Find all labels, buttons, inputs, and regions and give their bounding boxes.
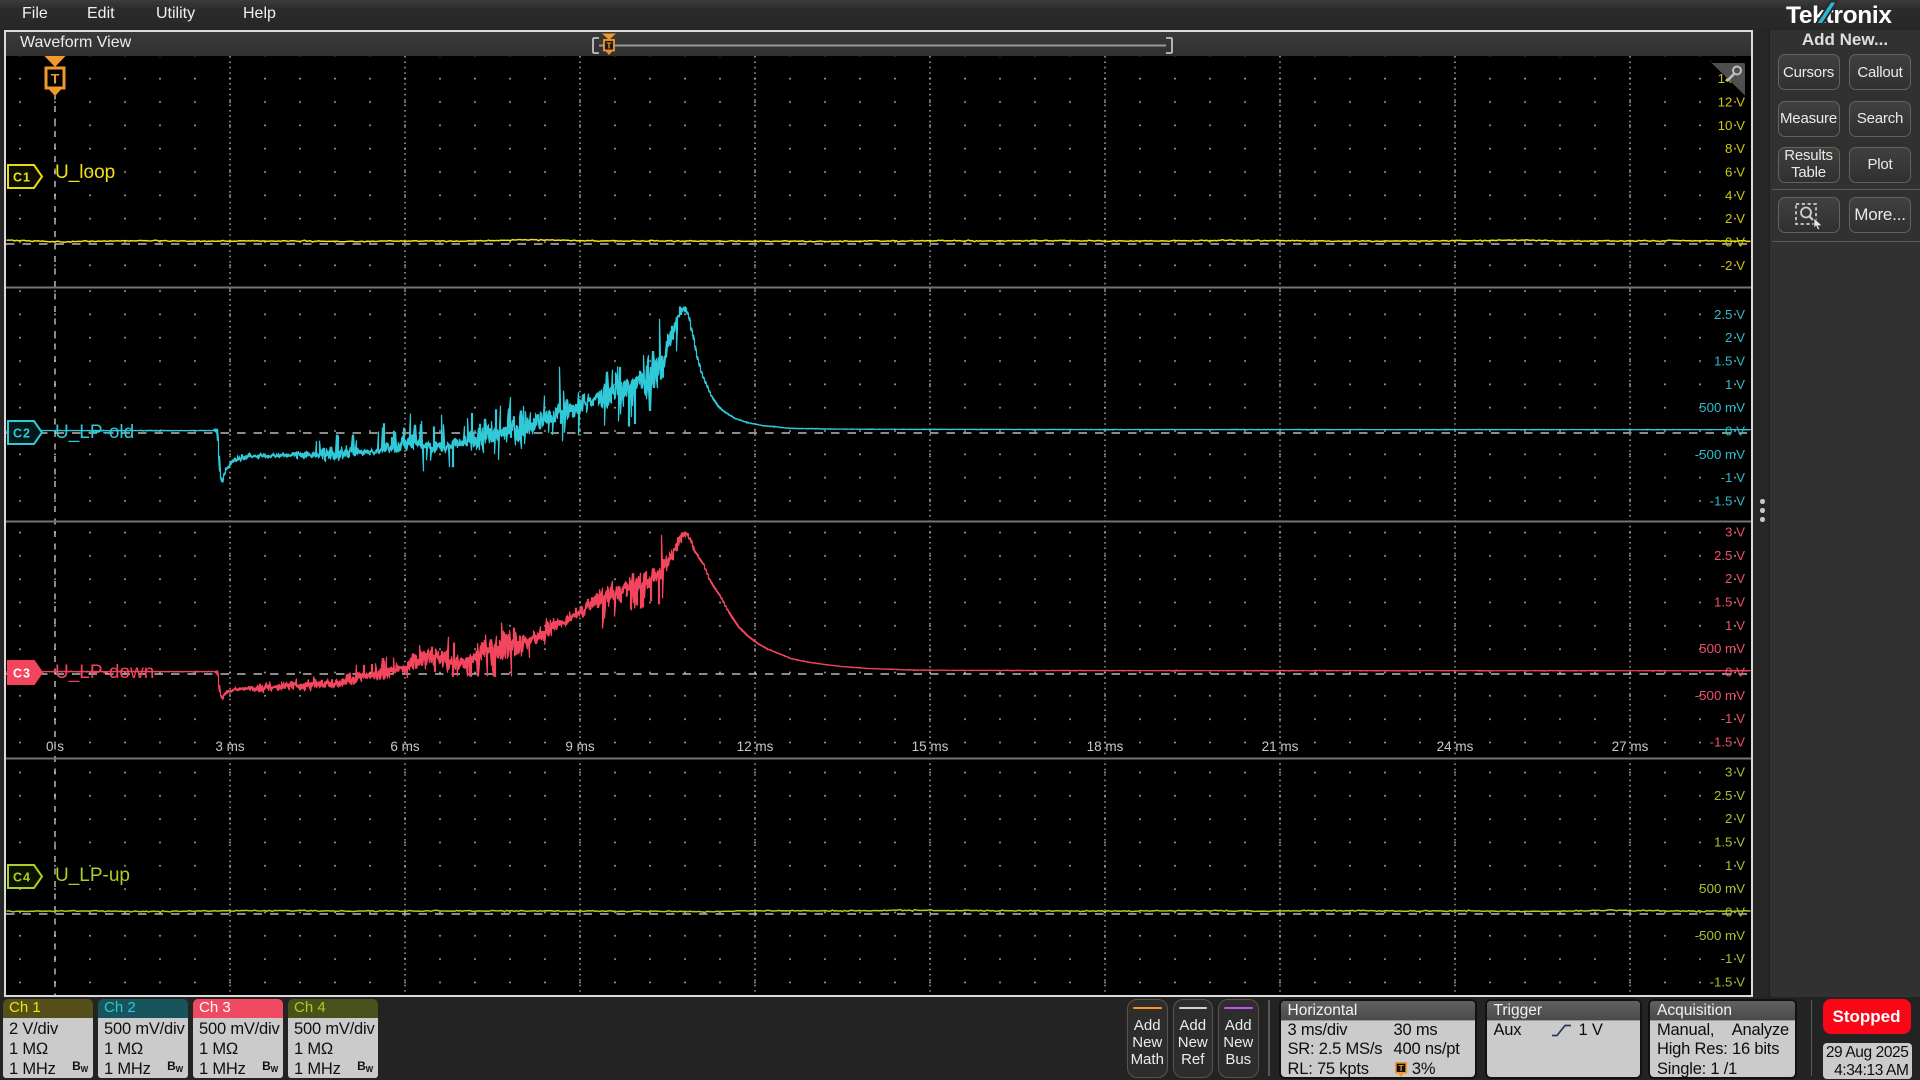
svg-text:2.5 V: 2.5 V — [1714, 548, 1745, 563]
svg-text:-500 mV: -500 mV — [1695, 928, 1745, 943]
svg-text:C4: C4 — [13, 871, 31, 885]
svg-text:0 V: 0 V — [1725, 424, 1745, 439]
svg-text:1 V: 1 V — [1725, 618, 1745, 633]
svg-text:1.5 V: 1.5 V — [1714, 595, 1745, 610]
svg-text:U_LP-old: U_LP-old — [55, 422, 134, 443]
svg-text:-1 V: -1 V — [1721, 951, 1746, 966]
svg-text:0 V: 0 V — [1725, 665, 1745, 680]
svg-text:-1 V: -1 V — [1721, 470, 1746, 485]
svg-text:1 V: 1 V — [1725, 377, 1745, 392]
svg-text:2 V: 2 V — [1725, 571, 1745, 586]
svg-text:1 V: 1 V — [1725, 858, 1745, 873]
svg-text:C3: C3 — [13, 667, 31, 681]
svg-text:-500 mV: -500 mV — [1695, 688, 1745, 703]
svg-text:9 ms: 9 ms — [565, 739, 595, 754]
svg-text:0 s: 0 s — [46, 739, 64, 754]
svg-text:0 V: 0 V — [1725, 905, 1745, 920]
svg-text:21 ms: 21 ms — [1262, 739, 1299, 754]
svg-text:6 ms: 6 ms — [390, 739, 420, 754]
svg-text:U_loop: U_loop — [55, 162, 115, 183]
svg-text:-1 V: -1 V — [1721, 711, 1746, 726]
svg-text:15 ms: 15 ms — [912, 739, 949, 754]
svg-text:2 V: 2 V — [1725, 330, 1745, 345]
svg-text:2 V: 2 V — [1725, 811, 1745, 826]
svg-text:8 V: 8 V — [1725, 141, 1745, 156]
svg-text:500 mV: 500 mV — [1699, 641, 1745, 656]
svg-text:24 ms: 24 ms — [1437, 739, 1474, 754]
svg-text:T: T — [606, 41, 612, 51]
svg-text:0 V: 0 V — [1725, 235, 1745, 250]
svg-text:3 V: 3 V — [1725, 765, 1745, 780]
svg-text:1.5 V: 1.5 V — [1714, 354, 1745, 369]
svg-text:-1.5 V: -1.5 V — [1710, 735, 1746, 750]
svg-text:U_LP-down: U_LP-down — [55, 662, 154, 683]
svg-text:-1.5 V: -1.5 V — [1710, 494, 1746, 509]
svg-text:-1.5 V: -1.5 V — [1710, 975, 1746, 990]
svg-text:3 V: 3 V — [1725, 525, 1745, 540]
svg-text:C2: C2 — [13, 427, 31, 441]
svg-text:Tektronix: Tektronix — [1786, 2, 1892, 29]
svg-text:18 ms: 18 ms — [1087, 739, 1124, 754]
svg-text:1.5 V: 1.5 V — [1714, 835, 1745, 850]
svg-text:U_LP-up: U_LP-up — [55, 865, 130, 886]
svg-text:10 V: 10 V — [1718, 118, 1745, 133]
svg-text:12 V: 12 V — [1718, 95, 1745, 110]
svg-text:T: T — [51, 71, 60, 87]
svg-text:12 ms: 12 ms — [737, 739, 774, 754]
svg-text:-500 mV: -500 mV — [1695, 447, 1745, 462]
svg-text:C1: C1 — [13, 171, 31, 185]
svg-text:3 ms: 3 ms — [215, 739, 245, 754]
svg-text:27 ms: 27 ms — [1612, 739, 1649, 754]
svg-text:500 mV: 500 mV — [1699, 881, 1745, 896]
svg-text:6 V: 6 V — [1725, 165, 1745, 180]
svg-text:2.5 V: 2.5 V — [1714, 788, 1745, 803]
svg-text:2.5 V: 2.5 V — [1714, 307, 1745, 322]
svg-text:500 mV: 500 mV — [1699, 400, 1745, 415]
svg-text:-2 V: -2 V — [1721, 258, 1746, 273]
svg-text:2 V: 2 V — [1725, 211, 1745, 226]
svg-text:4 V: 4 V — [1725, 188, 1745, 203]
